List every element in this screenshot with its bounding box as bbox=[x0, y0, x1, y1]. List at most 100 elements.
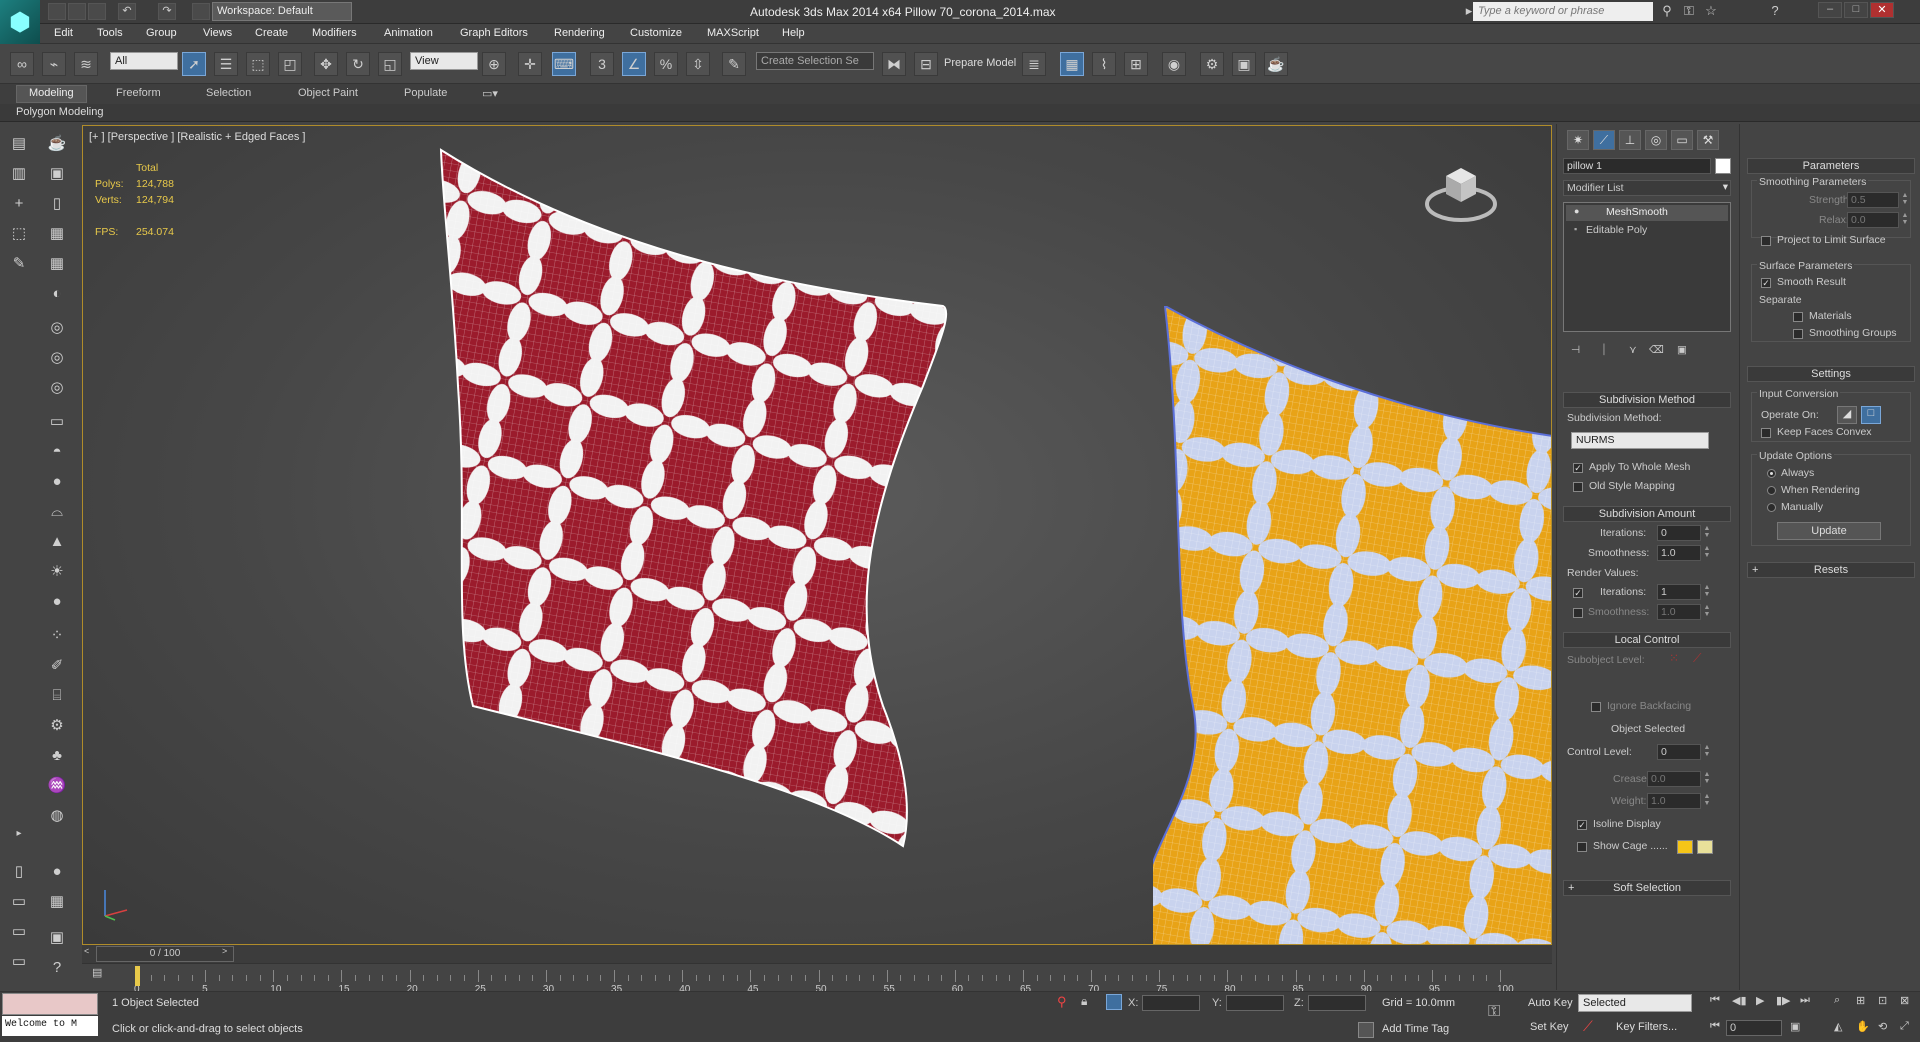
set-key-icon[interactable]: ⚿ bbox=[1488, 1003, 1500, 1021]
key-filters-icon[interactable]: ⟋ bbox=[1583, 1018, 1593, 1035]
project-limit-checkbox[interactable] bbox=[1761, 236, 1771, 246]
star-icon[interactable]: ☆ bbox=[1702, 3, 1720, 20]
key-mode-dropdown[interactable]: Selected bbox=[1578, 994, 1692, 1012]
tab-object-paint[interactable]: Object Paint bbox=[298, 87, 358, 99]
vertex-level-icon[interactable]: ⁙ bbox=[1669, 651, 1679, 665]
rollout-subdivision-amount[interactable]: Subdivision Amount bbox=[1563, 506, 1731, 522]
maximize-button[interactable]: □ bbox=[1844, 2, 1868, 18]
maxscript-listener[interactable] bbox=[2, 993, 98, 1015]
prev-key-icon[interactable]: ◀▮ bbox=[1732, 994, 1747, 1007]
perspective-viewport[interactable]: [+ ] [Perspective ] [Realistic + Edged F… bbox=[82, 125, 1552, 945]
zoom-extents-icon[interactable]: ⊡ bbox=[1878, 994, 1887, 1007]
hierarchy-tab-icon[interactable]: ⊥ bbox=[1619, 130, 1641, 150]
grid-icon[interactable]: ▦ bbox=[44, 252, 70, 276]
x-coordinate-field[interactable] bbox=[1142, 995, 1200, 1011]
set-key-button[interactable]: Set Key bbox=[1530, 1021, 1569, 1033]
object-name-field[interactable]: pillow 1 bbox=[1563, 158, 1711, 174]
strength-field[interactable]: 0.5 bbox=[1847, 192, 1899, 208]
isolate-selection-icon[interactable]: ⚲ bbox=[1057, 994, 1067, 1010]
pin-stack-icon[interactable]: ⊣ bbox=[1571, 344, 1580, 356]
modifier-stack[interactable]: ● MeshSmooth ▪ Editable Poly bbox=[1563, 202, 1731, 332]
make-unique-icon[interactable]: ⋎ bbox=[1629, 344, 1637, 356]
layer-explorer-icon[interactable]: ▥ bbox=[6, 162, 32, 186]
render-smoothness-field[interactable]: 1.0 bbox=[1657, 604, 1701, 620]
menu-help[interactable]: Help bbox=[782, 27, 805, 39]
materials-checkbox[interactable] bbox=[1793, 312, 1803, 322]
time-slider[interactable]: 0 / 100 bbox=[96, 946, 234, 962]
modify-tab-icon[interactable]: ⟋ bbox=[1593, 130, 1615, 150]
zoom-icon[interactable]: ⌕ bbox=[1834, 994, 1840, 1007]
red-pillow[interactable] bbox=[433, 146, 1053, 866]
binoculars-icon[interactable]: ⚲ bbox=[1658, 3, 1676, 20]
key-icon[interactable]: ⚿ bbox=[1680, 3, 1698, 20]
z-coordinate-field[interactable] bbox=[1308, 995, 1366, 1011]
old-style-mapping-checkbox[interactable] bbox=[1573, 482, 1583, 492]
modifier-list-dropdown[interactable]: Modifier List ▾ bbox=[1563, 180, 1731, 196]
menu-rendering[interactable]: Rendering bbox=[554, 27, 605, 39]
lamp-icon[interactable]: ⌓ bbox=[44, 500, 70, 524]
undo-icon[interactable]: ↶ bbox=[118, 3, 136, 20]
help-icon[interactable]: ? bbox=[1766, 3, 1784, 20]
table-icon[interactable]: ▦ bbox=[44, 222, 70, 246]
render-smoothness-spinner-icon[interactable]: ▲ ▼ bbox=[1703, 604, 1711, 620]
save-file-icon[interactable] bbox=[88, 3, 106, 20]
next-frame-arrow-icon[interactable]: > bbox=[222, 946, 232, 962]
rollout-parameters[interactable]: Parameters bbox=[1747, 158, 1915, 174]
move-icon[interactable]: ✥ bbox=[314, 52, 338, 76]
ignore-backfacing-checkbox[interactable] bbox=[1591, 702, 1601, 712]
render-iterations-field[interactable]: 1 bbox=[1657, 584, 1701, 600]
ball-icon[interactable]: ● bbox=[44, 590, 70, 614]
tab-modeling[interactable]: Modeling bbox=[16, 85, 87, 103]
stairs-icon[interactable]: ⌸ bbox=[44, 684, 70, 708]
weight-spinner-icon[interactable]: ▲ ▼ bbox=[1703, 793, 1711, 809]
cage-color-swatch-1[interactable] bbox=[1677, 840, 1693, 854]
stack-item-meshsmooth[interactable]: ● MeshSmooth bbox=[1566, 205, 1728, 221]
field-of-view-icon[interactable]: ◭ bbox=[1834, 1020, 1842, 1033]
crease-field[interactable]: 0.0 bbox=[1647, 771, 1701, 787]
isoline-display-checkbox[interactable]: ✓ bbox=[1577, 820, 1587, 830]
zoom-extents-all-icon[interactable]: ⊠ bbox=[1900, 994, 1909, 1007]
key-mode-toggle-icon[interactable]: ⏮ bbox=[1710, 1020, 1720, 1033]
when-rendering-radio[interactable] bbox=[1767, 486, 1776, 495]
relax-field[interactable]: 0.0 bbox=[1847, 212, 1899, 228]
select-object-icon[interactable]: ➚ bbox=[182, 52, 206, 76]
rollout-subdivision-method[interactable]: Subdivision Method bbox=[1563, 392, 1731, 408]
menu-maxscript[interactable]: MAXScript bbox=[707, 27, 759, 39]
select-tool-icon[interactable]: ⬚ bbox=[6, 222, 32, 246]
operate-on-triangles-icon[interactable]: ◢ bbox=[1837, 406, 1857, 424]
menu-group[interactable]: Group bbox=[146, 27, 177, 39]
selection-filter-dropdown[interactable]: All bbox=[110, 52, 178, 70]
unlink-icon[interactable]: ⌁ bbox=[42, 52, 66, 76]
orbit-icon[interactable]: ⟲ bbox=[1878, 1020, 1887, 1033]
relax-spinner-icon[interactable]: ▲ ▼ bbox=[1901, 212, 1909, 228]
tab-freeform[interactable]: Freeform bbox=[116, 87, 161, 99]
redo-icon[interactable]: ↷ bbox=[158, 3, 176, 20]
manually-radio[interactable] bbox=[1767, 503, 1776, 512]
layer-manager-icon[interactable]: ≣ bbox=[1022, 52, 1046, 76]
gear-icon[interactable]: ⚙ bbox=[44, 714, 70, 738]
render-iterations-spinner-icon[interactable]: ▲ ▼ bbox=[1703, 584, 1711, 600]
link-icon[interactable]: ∞ bbox=[10, 52, 34, 76]
zoom-all-icon[interactable]: ⊞ bbox=[1856, 994, 1865, 1007]
menu-tools[interactable]: Tools bbox=[97, 27, 123, 39]
schematic-view-icon[interactable]: ⊞ bbox=[1124, 52, 1148, 76]
time-tag-icon[interactable] bbox=[1358, 1022, 1374, 1038]
viewport-label[interactable]: [+ ] [Perspective ] [Realistic + Edged F… bbox=[89, 131, 305, 143]
align-icon[interactable]: ⊟ bbox=[914, 52, 938, 76]
sun-icon[interactable]: ☀ bbox=[44, 560, 70, 584]
scene-explorer-icon[interactable]: ▤ bbox=[6, 132, 32, 156]
maxscript-mini-listener[interactable]: Welcome to M bbox=[2, 1016, 98, 1036]
minimize-button[interactable]: – bbox=[1818, 2, 1842, 18]
remove-modifier-icon[interactable]: ⌫ bbox=[1649, 344, 1664, 356]
key-filters-button[interactable]: Key Filters... bbox=[1616, 1021, 1677, 1033]
camera-icon[interactable]: ◎ bbox=[44, 316, 70, 340]
maximize-viewport-icon[interactable]: ⤢ bbox=[1900, 1020, 1909, 1033]
pan-icon[interactable]: ✋ bbox=[1856, 1020, 1870, 1033]
selection-lock-icon[interactable]: 🔒︎ bbox=[1081, 994, 1087, 1009]
strength-spinner-icon[interactable]: ▲ ▼ bbox=[1901, 192, 1909, 208]
tab-populate[interactable]: Populate bbox=[404, 87, 447, 99]
y-coordinate-field[interactable] bbox=[1226, 995, 1284, 1011]
smooth-result-checkbox[interactable]: ✓ bbox=[1761, 278, 1771, 288]
hair-icon[interactable]: ♒ bbox=[44, 774, 70, 798]
current-frame-field[interactable]: 0 bbox=[1726, 1020, 1782, 1036]
